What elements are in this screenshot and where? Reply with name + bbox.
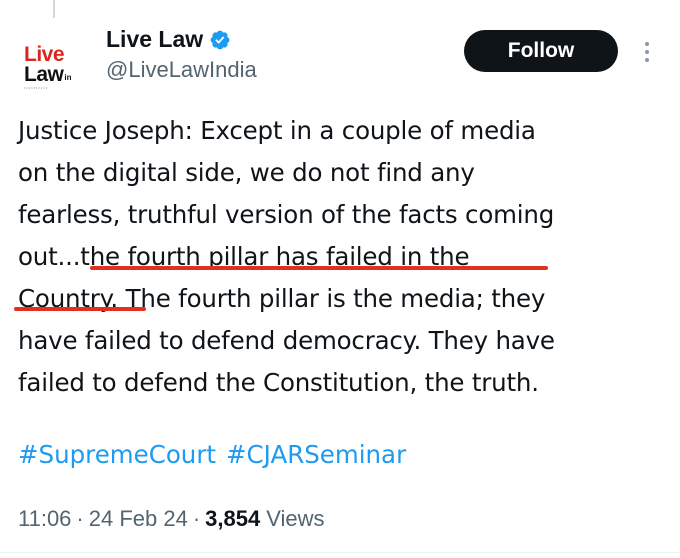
more-options-icon[interactable]	[637, 36, 657, 68]
highlight-underline	[14, 307, 146, 311]
tweet-line: Justice Joseph: Except in a couple of me…	[18, 116, 536, 145]
tweet-body: Justice Joseph: Except in a couple of me…	[18, 110, 668, 404]
thread-connector-line	[53, 0, 55, 18]
divider	[0, 552, 680, 553]
tweet-line: fearless, truthful version of the facts …	[18, 200, 555, 229]
verified-badge-icon	[210, 30, 230, 49]
hashtag-link[interactable]: #SupremeCourt	[18, 440, 216, 469]
views-count: 3,854	[205, 506, 261, 531]
logo-suffix-text: in	[64, 72, 72, 82]
hashtag-row: #SupremeCourt #CJARSeminar	[18, 440, 406, 469]
tweet-line: Country. The fourth pillar is the media;…	[18, 284, 546, 313]
tweet-date[interactable]: 24 Feb 24	[89, 506, 188, 532]
hashtag-link[interactable]: #CJARSeminar	[226, 440, 406, 469]
tweet-meta: 11:06 · 24 Feb 24 · 3,854 Views	[18, 506, 325, 532]
meta-separator: ·	[192, 506, 201, 531]
more-dot	[645, 42, 649, 46]
avatar[interactable]: Live Law in ••••••••••	[14, 28, 92, 106]
follow-button[interactable]: Follow	[464, 30, 618, 72]
author-display-name[interactable]: Live Law	[106, 26, 203, 53]
views-label: Views	[266, 506, 325, 531]
author-block: Live Law @LiveLawIndia	[106, 26, 257, 83]
tweet-time[interactable]: 11:06	[18, 506, 71, 532]
author-name-row: Live Law	[106, 26, 257, 53]
author-handle[interactable]: @LiveLawIndia	[106, 57, 257, 83]
more-dot	[645, 50, 649, 54]
logo-law-row: Law in	[24, 62, 72, 86]
logo-live-text: Live	[24, 42, 65, 66]
tweet-line: failed to defend the Constitution, the t…	[18, 368, 539, 397]
logo-law-text: Law	[24, 62, 64, 86]
tweet-line: out...the fourth pillar has failed in th…	[18, 242, 470, 271]
logo-tagline-mark: ••••••••••	[24, 84, 49, 90]
tweet-line: on the digital side, we do not find any	[18, 158, 475, 187]
highlight-underline	[90, 266, 548, 270]
more-dot	[645, 58, 649, 62]
tweet-line: have failed to defend democracy. They ha…	[18, 326, 555, 355]
meta-separator: ·	[76, 506, 84, 531]
